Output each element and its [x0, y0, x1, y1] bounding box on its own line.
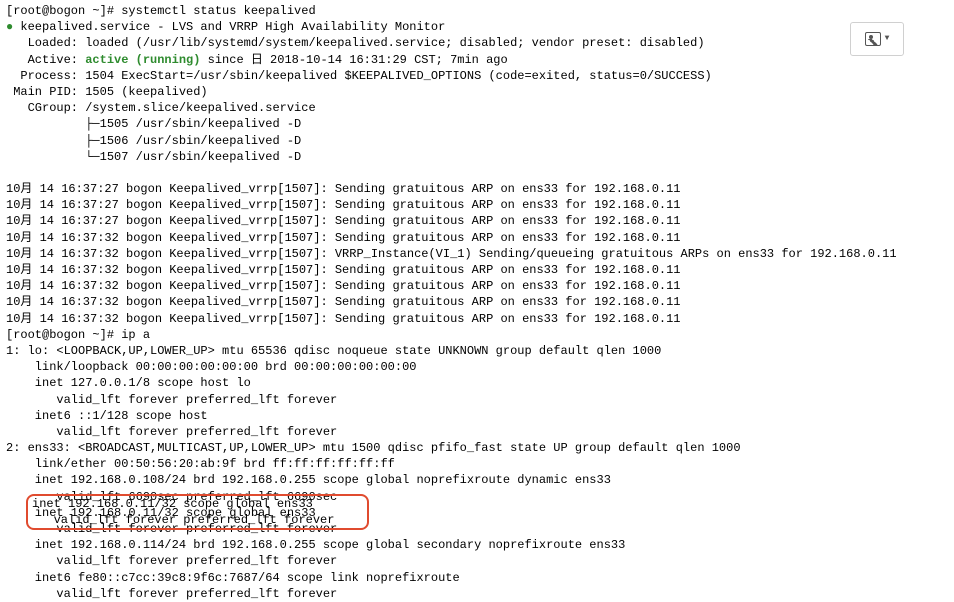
service-name: keepalived.service - LVS and VRRP High A…	[20, 20, 445, 34]
cgroup-line: CGroup: /system.slice/keepalived.service	[6, 100, 948, 116]
log-line: 10月 14 16:37:32 bogon Keepalived_vrrp[15…	[6, 262, 948, 278]
blank	[6, 165, 948, 181]
active-since: since 日 2018-10-14 16:31:29 CST; 7min ag…	[200, 53, 507, 67]
loaded-line: Loaded: loaded (/usr/lib/systemd/system/…	[6, 35, 948, 51]
ip-output: valid_lft forever preferred_lft forever	[6, 424, 948, 440]
log-line: 10月 14 16:37:27 bogon Keepalived_vrrp[15…	[6, 213, 948, 229]
ip-output: valid_lft forever preferred_lft forever	[6, 586, 948, 602]
cgroup-child: └─1507 /usr/sbin/keepalived -D	[6, 149, 948, 165]
ip-output: link/ether 00:50:56:20:ab:9f brd ff:ff:f…	[6, 456, 948, 472]
active-label: Active:	[6, 53, 85, 67]
active-line: Active: active (running) since 日 2018-10…	[6, 52, 948, 68]
process-line: Process: 1504 ExecStart=/usr/sbin/keepal…	[6, 68, 948, 84]
log-line: 10月 14 16:37:32 bogon Keepalived_vrrp[15…	[6, 246, 948, 262]
ip-output: valid_lft forever preferred_lft forever	[6, 553, 948, 569]
prompt-status: [root@bogon ~]# systemctl status keepali…	[6, 3, 948, 19]
prompt-ip: [root@bogon ~]# ip a	[6, 327, 948, 343]
ip-output: inet6 fe80::c7cc:39c8:9f6c:7687/64 scope…	[6, 570, 948, 586]
log-line: 10月 14 16:37:32 bogon Keepalived_vrrp[15…	[6, 278, 948, 294]
ip-output: 1: lo: <LOOPBACK,UP,LOWER_UP> mtu 65536 …	[6, 343, 948, 359]
cgroup-child: ├─1506 /usr/sbin/keepalived -D	[6, 133, 948, 149]
log-line: 10月 14 16:37:27 bogon Keepalived_vrrp[15…	[6, 181, 948, 197]
ip-output-vip: valid_lft forever preferred_lft forever	[6, 521, 948, 537]
image-options-button[interactable]: ▼	[850, 22, 904, 56]
ip-output: link/loopback 00:00:00:00:00:00 brd 00:0…	[6, 359, 948, 375]
ip-output: 2: ens33: <BROADCAST,MULTICAST,UP,LOWER_…	[6, 440, 948, 456]
image-icon	[865, 32, 881, 46]
chevron-down-icon: ▼	[885, 34, 890, 45]
active-state: active (running)	[85, 53, 200, 67]
ip-output: valid_lft 6690sec preferred_lft 6690sec	[6, 489, 948, 505]
service-header: ● keepalived.service - LVS and VRRP High…	[6, 19, 948, 35]
ip-output-vip: inet 192.168.0.11/32 scope global ens33	[6, 505, 948, 521]
ip-output: inet 192.168.0.114/24 brd 192.168.0.255 …	[6, 537, 948, 553]
log-line: 10月 14 16:37:32 bogon Keepalived_vrrp[15…	[6, 311, 948, 327]
ip-output: inet 127.0.0.1/8 scope host lo	[6, 375, 948, 391]
log-line: 10月 14 16:37:32 bogon Keepalived_vrrp[15…	[6, 294, 948, 310]
ip-output: inet 192.168.0.108/24 brd 192.168.0.255 …	[6, 472, 948, 488]
log-line: 10月 14 16:37:32 bogon Keepalived_vrrp[15…	[6, 230, 948, 246]
status-dot-icon: ●	[6, 20, 13, 34]
ip-output: inet6 ::1/128 scope host	[6, 408, 948, 424]
cgroup-child: ├─1505 /usr/sbin/keepalived -D	[6, 116, 948, 132]
ip-output: valid_lft forever preferred_lft forever	[6, 392, 948, 408]
main-pid-line: Main PID: 1505 (keepalived)	[6, 84, 948, 100]
log-line: 10月 14 16:37:27 bogon Keepalived_vrrp[15…	[6, 197, 948, 213]
